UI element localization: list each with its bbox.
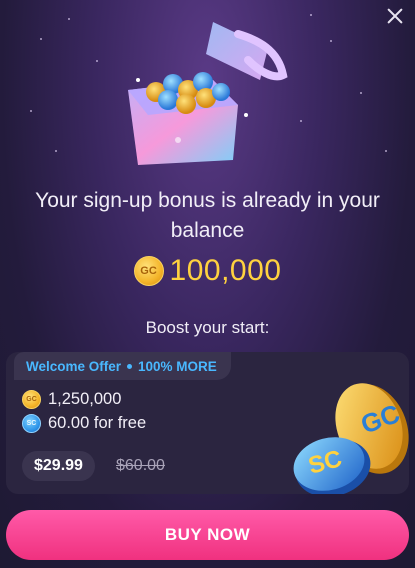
close-icon[interactable] [385, 6, 405, 26]
bonus-balance: GC 100,000 [0, 254, 415, 288]
bonus-amount: 100,000 [169, 254, 282, 287]
offer-gc-row: GC 1,250,000 [22, 390, 121, 409]
offer-card[interactable]: Welcome Offer 100% MORE GC 1,250,000 SC … [6, 352, 409, 494]
offer-extra: 100% MORE [138, 358, 217, 374]
dot-separator-icon [127, 363, 133, 369]
gc-coin-icon: GC [22, 390, 41, 409]
offer-title: Welcome Offer [26, 358, 122, 374]
gc-coin-icon: GC [133, 256, 164, 286]
offer-old-price: $60.00 [116, 457, 165, 474]
offer-price: $29.99 [22, 451, 95, 481]
offer-sc-amount: 60.00 for free [48, 414, 147, 432]
coins-illustration-icon: GC SC [293, 383, 409, 494]
offer-ribbon: Welcome Offer 100% MORE [14, 352, 231, 380]
buy-now-button[interactable]: BUY NOW [6, 510, 409, 560]
gift-box-icon [128, 22, 288, 165]
sc-coin-icon: SC [22, 414, 41, 433]
offer-sc-row: SC 60.00 for free [22, 414, 146, 433]
headline: Your sign-up bonus is already in your ba… [35, 189, 380, 242]
boost-label: Boost your start: [145, 318, 270, 337]
offer-gc-amount: 1,250,000 [48, 390, 122, 408]
